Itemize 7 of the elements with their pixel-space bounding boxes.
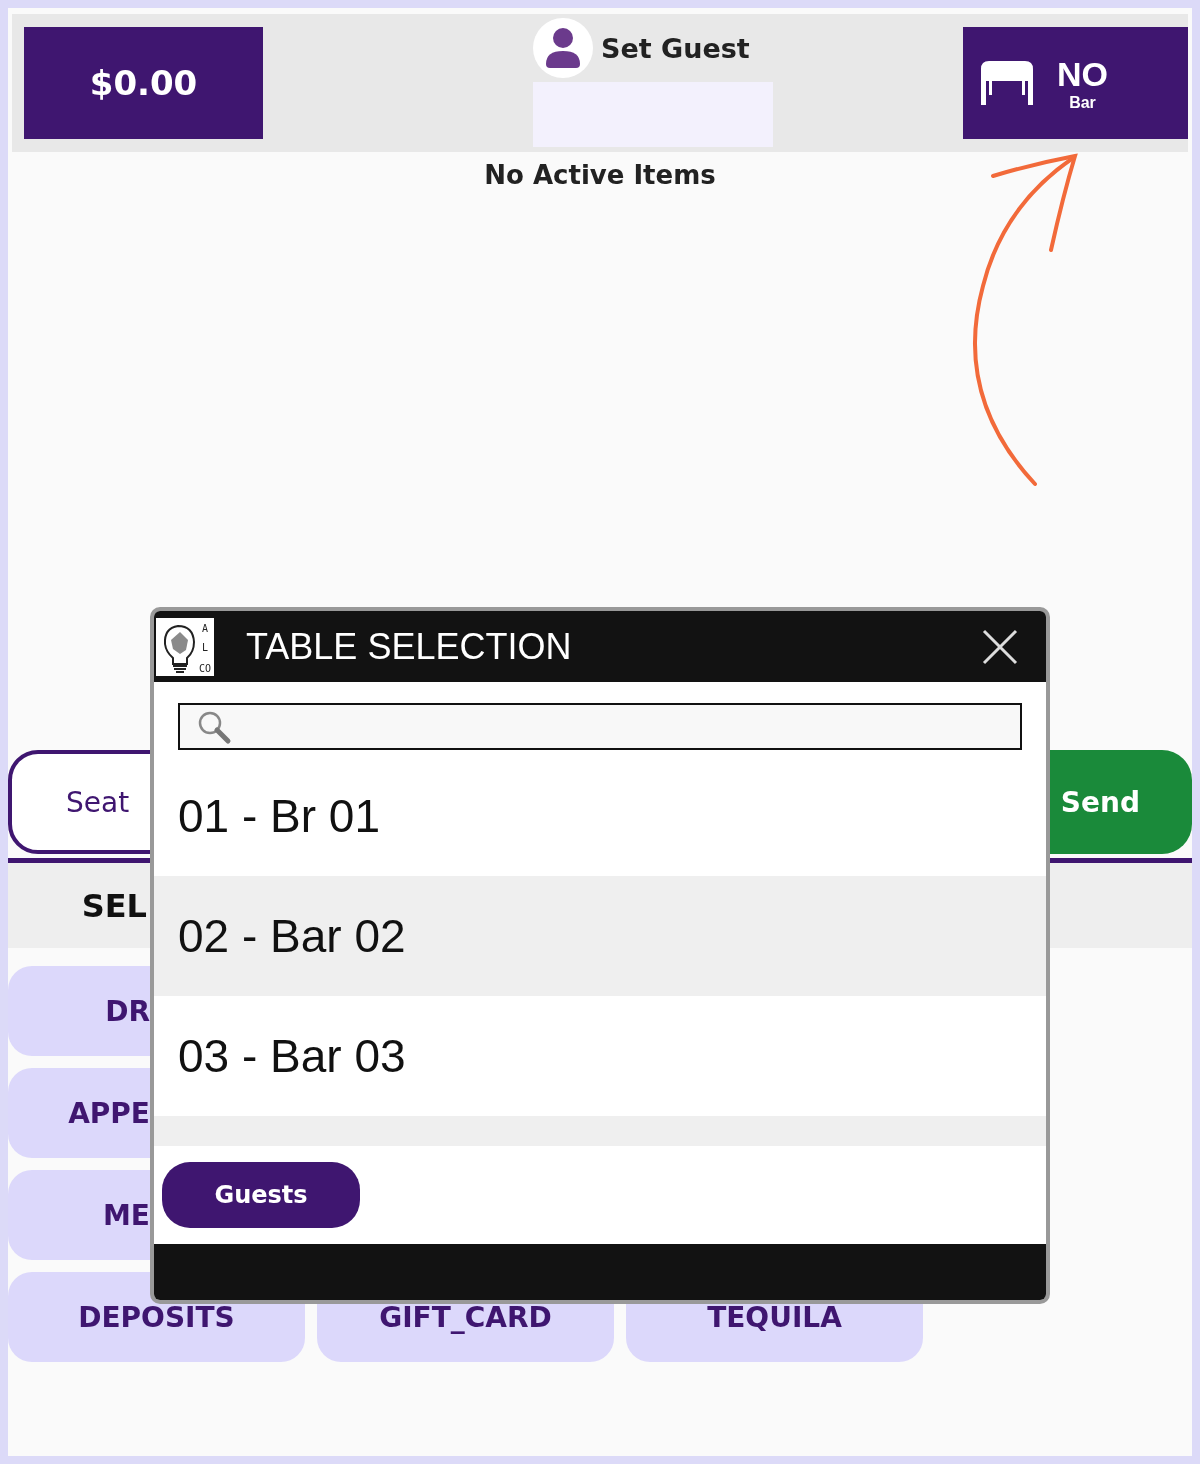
order-total: $0.00 [24, 27, 263, 139]
table-number: NO [1057, 54, 1108, 94]
table-area: Bar [1069, 93, 1096, 112]
lightbulb-logo-icon: A L CO [156, 617, 214, 676]
section-heading: SEL [80, 886, 147, 925]
empty-message: No Active Items [484, 160, 716, 190]
dialog-title: TABLE SELECTION [246, 625, 573, 668]
